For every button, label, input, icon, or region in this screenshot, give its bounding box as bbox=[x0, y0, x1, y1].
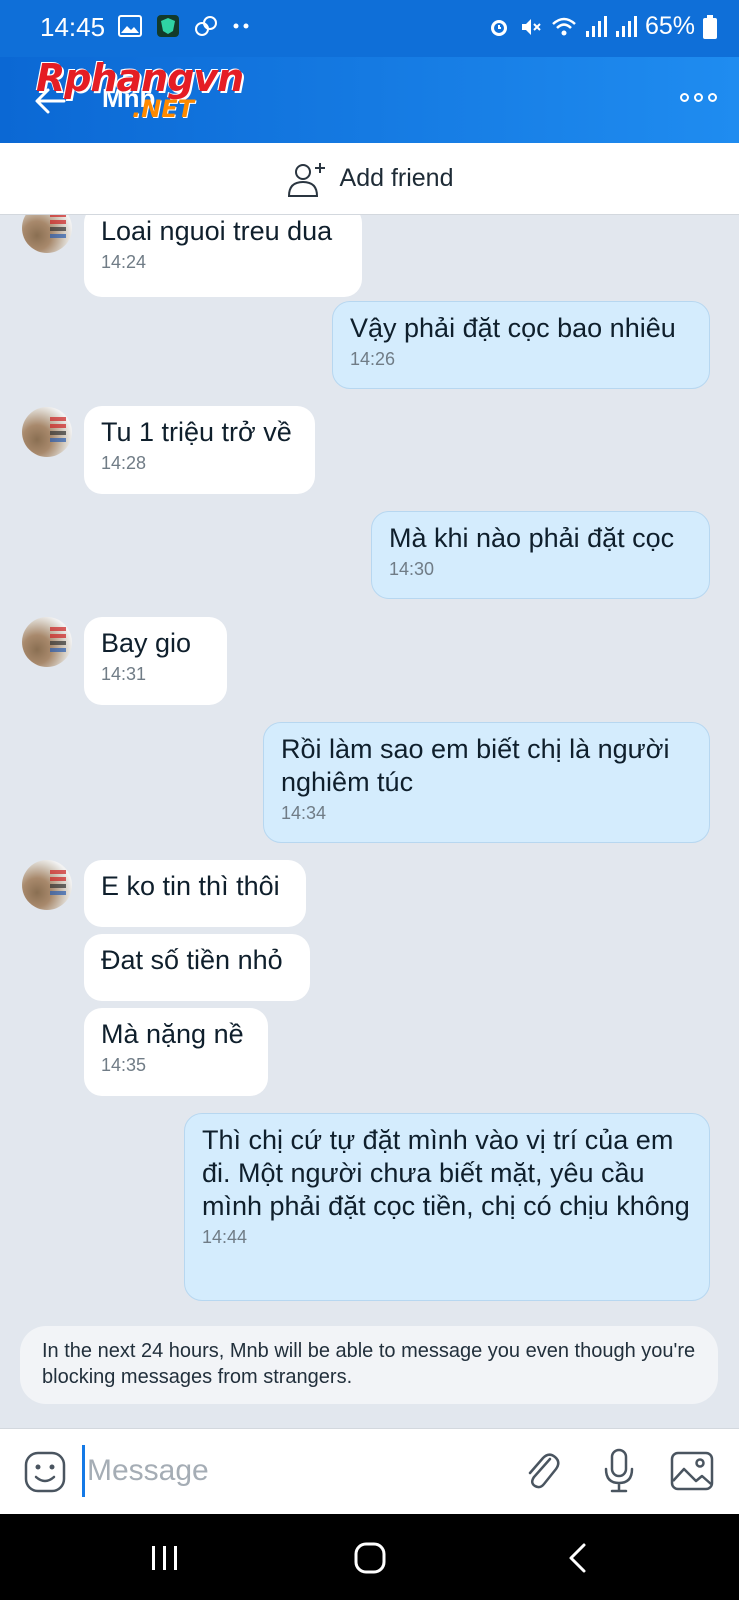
avatar[interactable] bbox=[22, 617, 72, 667]
message-text: Vậy phải đặt cọc bao nhiêu bbox=[350, 313, 676, 343]
stranger-message-notice: In the next 24 hours, Mnb will be able t… bbox=[20, 1326, 718, 1404]
message-time: 14:26 bbox=[350, 349, 396, 369]
message-text: Mà nặng nề bbox=[101, 1019, 244, 1049]
message-text: Loai nguoi treu dua bbox=[101, 216, 333, 246]
message-text: Tu 1 triệu trở về bbox=[101, 417, 292, 447]
signal-icon bbox=[615, 15, 637, 37]
add-friend-label: Add friend bbox=[339, 164, 454, 192]
shield-app-icon bbox=[157, 15, 179, 37]
chat-messages[interactable]: Loai nguoi treu dua 14:24 Vậy phải đặt c… bbox=[0, 215, 739, 1428]
message-incoming[interactable]: Mà nặng nề 14:35 bbox=[84, 1008, 268, 1096]
gallery-icon bbox=[118, 15, 142, 37]
message-incoming[interactable]: Đat số tiền nhỏ bbox=[84, 934, 310, 1001]
chat-header: Mnb Rphangvn .NET bbox=[0, 57, 739, 143]
link-icon bbox=[195, 16, 217, 36]
status-bar: 14:45 65% bbox=[0, 0, 739, 57]
message-incoming[interactable]: Bay gio 14:31 bbox=[84, 617, 227, 705]
system-nav-bar bbox=[0, 1514, 739, 1600]
message-time: 14:28 bbox=[101, 453, 147, 473]
message-time: 14:44 bbox=[202, 1227, 248, 1247]
message-time: 14:24 bbox=[101, 252, 147, 272]
message-outgoing[interactable]: Rồi làm sao em biết chị là người nghiêm … bbox=[263, 722, 710, 843]
status-right: 65% bbox=[487, 12, 717, 41]
add-friend-button[interactable]: Add friend bbox=[0, 143, 739, 215]
logo-text-bottom: .NET bbox=[132, 95, 194, 123]
logo-text-top: Rphangvn bbox=[36, 56, 244, 100]
more-dots-icon bbox=[233, 23, 249, 29]
message-outgoing[interactable]: Mà khi nào phải đặt cọc 14:30 bbox=[371, 511, 710, 599]
alarm-icon bbox=[490, 19, 507, 36]
status-time: 14:45 bbox=[40, 12, 106, 42]
message-incoming[interactable]: Loai nguoi treu dua 14:24 bbox=[84, 215, 362, 297]
message-incoming[interactable]: E ko tin thì thôi bbox=[84, 860, 306, 927]
microphone-icon[interactable] bbox=[602, 1447, 636, 1495]
emoji-icon[interactable] bbox=[24, 1451, 66, 1493]
watermark-logo: Rphangvn .NET bbox=[36, 56, 244, 121]
message-composer bbox=[0, 1428, 739, 1514]
message-time: 14:31 bbox=[101, 664, 147, 684]
message-text: Bay gio bbox=[101, 628, 192, 658]
battery-icon bbox=[703, 14, 717, 39]
avatar[interactable] bbox=[22, 407, 72, 457]
mute-icon bbox=[521, 18, 541, 35]
message-text: Mà khi nào phải đặt cọc bbox=[389, 523, 675, 553]
battery-percent: 65% bbox=[644, 12, 695, 40]
more-icon[interactable] bbox=[680, 93, 717, 102]
signal-icon bbox=[585, 15, 607, 37]
message-time: 14:35 bbox=[101, 1055, 147, 1075]
status-left-icons bbox=[118, 14, 250, 38]
message-incoming[interactable]: Tu 1 triệu trở về 14:28 bbox=[84, 406, 315, 494]
message-outgoing[interactable]: Vậy phải đặt cọc bao nhiêu 14:26 bbox=[332, 301, 710, 389]
message-text: Rồi làm sao em biết chị là người nghiêm … bbox=[281, 734, 670, 797]
message-outgoing[interactable]: Thì chị cứ tự đặt mình vào vị trí của em… bbox=[184, 1113, 710, 1301]
add-user-icon bbox=[287, 162, 325, 197]
back-icon[interactable] bbox=[566, 1542, 588, 1574]
message-time: 14:30 bbox=[389, 559, 435, 579]
wifi-icon bbox=[552, 17, 576, 35]
message-time: 14:34 bbox=[281, 803, 327, 823]
message-text: Đat số tiền nhỏ bbox=[101, 945, 283, 975]
image-icon[interactable] bbox=[670, 1451, 714, 1491]
attachment-icon[interactable] bbox=[522, 1449, 562, 1493]
message-text: E ko tin thì thôi bbox=[101, 871, 280, 901]
message-input[interactable] bbox=[82, 1445, 502, 1497]
home-icon[interactable] bbox=[354, 1542, 386, 1574]
message-text: Thì chị cứ tự đặt mình vào vị trí của em… bbox=[202, 1125, 690, 1221]
avatar[interactable] bbox=[22, 215, 72, 253]
recent-apps-icon[interactable] bbox=[150, 1544, 180, 1572]
avatar[interactable] bbox=[22, 860, 72, 910]
